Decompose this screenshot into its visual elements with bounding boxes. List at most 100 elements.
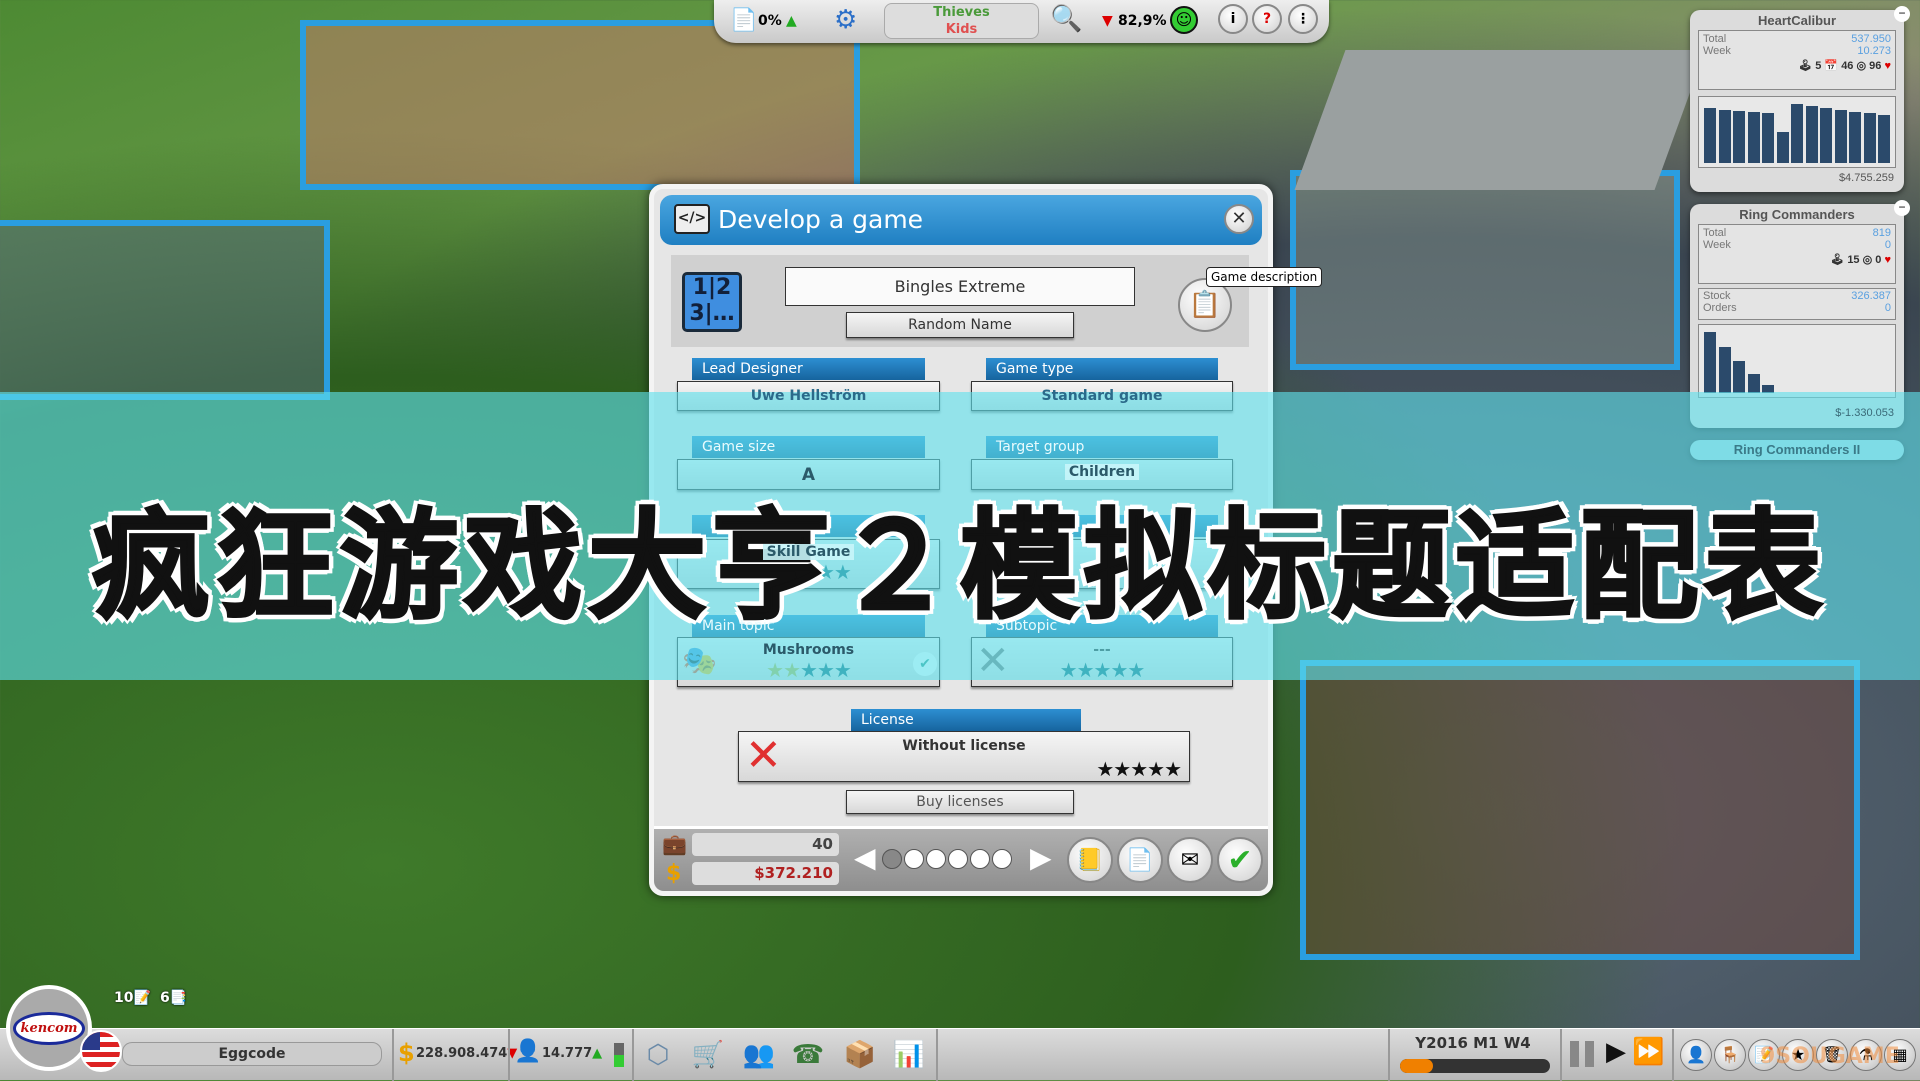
subtopic-label-text: Subtopic [996, 618, 1058, 634]
page-dot[interactable] [948, 849, 968, 869]
page-dot[interactable] [970, 849, 990, 869]
staff-icon[interactable]: 👥 [741, 1037, 777, 1073]
next-page-arrow[interactable]: ▶ [1030, 841, 1052, 874]
office-chair-button[interactable]: 🪑 [1714, 1039, 1746, 1071]
week-label: Week [1703, 45, 1731, 57]
rating-percent: 82,9% [1118, 13, 1167, 29]
game-type-label: Game type [986, 358, 1218, 380]
game-name-input[interactable] [785, 267, 1135, 306]
sales-stats: Total 537.950 Week 10.273 🕹 5 📅 46 ◎ 96 ♥ [1698, 30, 1896, 90]
dialog-header: </> Develop a game ✕ [660, 195, 1262, 245]
minimize-icon[interactable]: − [1894, 200, 1910, 216]
play-button[interactable]: ▶ [1606, 1037, 1626, 1067]
cost-field: $372.210 [692, 862, 839, 885]
license-label-text: License [861, 712, 914, 728]
sales-chart [1698, 324, 1896, 398]
name-field[interactable]: Eggcode [122, 1042, 382, 1066]
prev-page-arrow[interactable]: ◀ [854, 841, 876, 874]
total-label: Total [1703, 227, 1727, 239]
genre-combo-icon[interactable]: ⚙ [834, 5, 857, 35]
total-revenue: $4.755.259 [1838, 172, 1894, 184]
sales-stats: Total 819 Week 0 🕹 15 ◎ 0 ♥ [1698, 224, 1896, 284]
money-value: 228.908.474▼ [416, 1046, 517, 1061]
shop-cart-icon[interactable]: 🛒 [690, 1037, 726, 1073]
minimize-icon[interactable]: − [1894, 6, 1910, 22]
page-dot[interactable] [926, 849, 946, 869]
game-panel-heartcalibur[interactable]: HeartCalibur − Total 537.950 Week 10.273 🕹… [1690, 6, 1910, 192]
work-points-field: 40 [692, 833, 839, 856]
game-panel-ring-commanders-2[interactable]: Ring Commanders II [1690, 440, 1904, 460]
buy-licenses-button[interactable]: Buy licenses [846, 790, 1074, 814]
target-label: Kids [945, 22, 978, 37]
sales-bar [1820, 108, 1832, 163]
game-size-label-text: Game size [702, 439, 776, 455]
mail-button[interactable]: ✉ [1167, 837, 1213, 883]
menu-button[interactable]: ⋮ [1288, 4, 1318, 34]
fast-forward-button[interactable]: ⏩ [1632, 1037, 1664, 1067]
date-label: Y2016 M1 W4 [1415, 1034, 1531, 1052]
server-icon [614, 1043, 624, 1067]
briefcase-icon: 💼 [662, 832, 687, 856]
confirm-button[interactable]: ✔ [1217, 837, 1263, 883]
total-label: Total [1703, 33, 1727, 45]
scene-room [1290, 170, 1680, 370]
hype-trend: ▲ [786, 13, 797, 29]
sales-bar [1747, 373, 1760, 393]
week-progress-fill [1400, 1059, 1433, 1073]
dialog-footer: 💼 40 $ $372.210 ◀ ▶ 📒 📄 ✉ ✔ [654, 826, 1268, 891]
license-value: Without license [902, 738, 1026, 754]
main-topic-label-text: Main topic [702, 618, 775, 634]
week-value: 0 [1884, 239, 1891, 251]
sales-bar [1718, 110, 1731, 163]
random-name-button[interactable]: Random Name [846, 312, 1074, 338]
tooltip: Game description [1206, 267, 1323, 287]
fans-amount: 14.777 [542, 1046, 593, 1061]
numbers-icon[interactable]: 1|2 3|… [682, 272, 742, 332]
tasks-pending-badge[interactable]: 6📑 [160, 990, 187, 1006]
license-button[interactable]: ✕ Without license ★★★★★ [738, 730, 1190, 782]
sales-bar [1805, 105, 1818, 163]
statistics-icon[interactable]: 📊 [891, 1037, 927, 1073]
close-button[interactable]: ✕ [1224, 204, 1254, 234]
company-logo[interactable]: kencom [6, 985, 92, 1071]
hype-percent: 0% [758, 13, 782, 29]
page-dot[interactable] [904, 849, 924, 869]
help-button[interactable]: ? [1252, 4, 1282, 34]
target-group-label-text: Target group [996, 439, 1085, 455]
sales-chart [1698, 96, 1896, 168]
main-topic-value: Mushrooms [762, 642, 855, 658]
game-type-label-text: Game type [996, 361, 1074, 377]
page-indicator [882, 849, 1012, 869]
score-value: 15 [1847, 254, 1860, 266]
score-value: 46 [1841, 60, 1854, 72]
build-cube-icon[interactable]: ⬡ [640, 1037, 676, 1073]
orders-label: Orders [1703, 302, 1737, 314]
person-button[interactable]: 👤 [1680, 1039, 1712, 1071]
fans-trend: ▲ [592, 1046, 603, 1061]
page-dot[interactable] [882, 849, 902, 869]
sales-bar [1863, 113, 1876, 163]
license-stars: ★★★★★ [1096, 757, 1182, 781]
phone-icon[interactable]: ☎ [790, 1037, 826, 1073]
fans-value: 96 [1869, 60, 1882, 72]
total-value: 537.950 [1851, 33, 1891, 45]
money-icon: $ [398, 1039, 415, 1067]
lead-designer-label: Lead Designer [692, 358, 925, 380]
dollar-icon: $ [666, 861, 682, 886]
pause-button[interactable] [1570, 1041, 1594, 1067]
magnifier-icon[interactable]: 🔍 [1050, 4, 1082, 34]
red-x-icon: ✕ [745, 730, 782, 781]
watermark: 9SOUGAME [1760, 1044, 1900, 1069]
rating-trend: ▼ [1102, 13, 1113, 29]
tasks-done-count: 10 [114, 990, 134, 1006]
sales-bar [1718, 346, 1731, 393]
tasks-done-badge[interactable]: 10📝 [114, 990, 151, 1006]
bottom-bar: Eggcode $ 228.908.474▼ 👤 14.777▲ ⬡ 🛒 👥 ☎… [0, 1028, 1920, 1081]
scene-building [300, 20, 860, 190]
genre-target-box[interactable]: Thieves Kids [884, 3, 1039, 39]
notebook-button[interactable]: 📒 [1067, 837, 1113, 883]
page-dot[interactable] [992, 849, 1012, 869]
info-button[interactable]: i [1218, 4, 1248, 34]
documents-button[interactable]: 📄 [1117, 837, 1163, 883]
publish-box-icon[interactable]: 📦 [842, 1037, 878, 1073]
